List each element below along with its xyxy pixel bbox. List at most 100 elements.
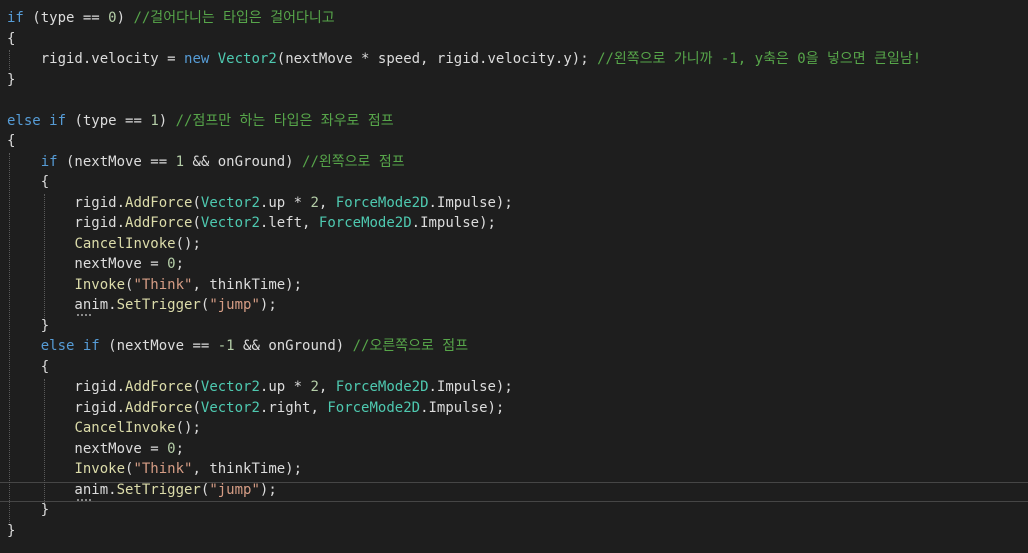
code-token: CancelInvoke <box>74 420 176 436</box>
code-token: //왼쪽으로 점프 <box>302 154 405 170</box>
code-token: } <box>7 523 16 539</box>
code-token: Vector2 <box>200 400 260 416</box>
code-token: if <box>40 154 58 170</box>
code-token: , <box>318 195 336 211</box>
code-token: Vector2 <box>200 379 260 395</box>
code-line[interactable]: anim.SetTrigger("jump"); <box>7 295 276 315</box>
code-line[interactable]: { <box>7 172 49 192</box>
code-token: .up * <box>259 195 311 211</box>
code-token: ( <box>192 400 201 416</box>
code-token: 0 <box>167 256 176 272</box>
warning-squiggle <box>77 497 91 501</box>
code-line[interactable]: nextMove = 0; <box>7 254 184 274</box>
code-token: if <box>49 113 67 129</box>
code-token: SetTrigger <box>116 482 201 498</box>
code-token: ( <box>192 195 201 211</box>
code-line[interactable]: if (nextMove == 1 && onGround) //왼쪽으로 점프 <box>7 152 405 172</box>
code-line[interactable]: { <box>7 131 15 151</box>
code-token: Vector2 <box>200 195 260 211</box>
code-token: //걸어다니는 타입은 걸어다니고 <box>133 10 335 26</box>
code-line[interactable]: anim.SetTrigger("jump"); <box>7 480 277 500</box>
code-line[interactable]: if (type == 0) //걸어다니는 타입은 걸어다니고 <box>7 8 335 28</box>
code-token: } <box>7 318 50 334</box>
code-token: ( <box>192 379 201 395</box>
code-token: CancelInvoke <box>74 236 176 252</box>
code-line[interactable]: nextMove = 0; <box>7 439 184 459</box>
code-token: .up * <box>259 379 311 395</box>
code-token: rigid. <box>7 400 126 416</box>
code-token: ( <box>192 215 201 231</box>
code-token: .left, <box>259 215 319 231</box>
code-token: (type == <box>66 113 151 129</box>
code-line[interactable]: { <box>7 29 15 49</box>
code-token: , thinkTime); <box>192 277 303 293</box>
code-token: (nextMove == <box>99 338 218 354</box>
code-line[interactable]: { <box>7 357 49 377</box>
code-token: SetTrigger <box>116 297 201 313</box>
code-token: } <box>7 72 16 88</box>
code-token: .Impulse); <box>411 215 496 231</box>
code-token: (nextMove == <box>57 154 176 170</box>
code-token: ForceMode2D <box>335 195 429 211</box>
warning-squiggle <box>77 312 91 316</box>
code-token: Invoke <box>74 277 126 293</box>
code-line[interactable]: rigid.AddForce(Vector2.left, ForceMode2D… <box>7 213 496 233</box>
code-token: else <box>40 338 75 354</box>
code-token: rigid. <box>7 379 126 395</box>
code-token: { <box>7 133 16 149</box>
code-token: -1 <box>217 338 235 354</box>
code-line[interactable]: Invoke("Think", thinkTime); <box>7 459 302 479</box>
code-line[interactable]: rigid.AddForce(Vector2.up * 2, ForceMode… <box>7 377 512 397</box>
code-line[interactable]: Invoke("Think", thinkTime); <box>7 275 302 295</box>
code-token: //왼쪽으로 가니까 -1, y축은 0을 넣으면 큰일남! <box>597 51 922 67</box>
code-line[interactable]: else if (nextMove == -1 && onGround) //오… <box>7 336 468 356</box>
code-token: ForceMode2D <box>327 400 421 416</box>
code-line[interactable]: rigid.AddForce(Vector2.up * 2, ForceMode… <box>7 193 513 213</box>
code-token: rigid. <box>7 215 126 231</box>
code-token: Invoke <box>74 461 126 477</box>
code-token: ForceMode2D <box>335 379 429 395</box>
code-token: if <box>82 338 100 354</box>
code-line[interactable]: } <box>7 70 15 90</box>
code-line[interactable]: CancelInvoke(); <box>7 418 201 438</box>
code-token: .Impulse); <box>428 195 513 211</box>
code-line[interactable]: rigid.velocity = new Vector2(nextMove * … <box>7 49 921 69</box>
code-token: 0 <box>167 441 176 457</box>
code-line[interactable]: } <box>7 500 49 520</box>
code-token: && onGround) <box>234 338 353 354</box>
code-token: (); <box>175 420 201 436</box>
code-line[interactable]: else if (type == 1) //점프만 하는 타입은 좌우로 점프 <box>7 111 394 131</box>
code-token: , <box>318 379 336 395</box>
code-token: ) <box>116 10 134 26</box>
code-token: AddForce <box>125 400 193 416</box>
code-line[interactable]: } <box>7 521 15 541</box>
code-token: { <box>7 31 16 47</box>
code-token: ; <box>175 256 185 272</box>
code-token: ); <box>259 482 277 498</box>
code-token: rigid. <box>7 195 126 211</box>
code-line[interactable]: } <box>7 316 49 336</box>
code-token: "jump" <box>209 297 260 313</box>
code-line[interactable]: CancelInvoke(); <box>7 234 200 254</box>
code-token: 2 <box>310 195 319 211</box>
code-token: //오른쪽으로 점프 <box>352 338 469 354</box>
code-token: anim. <box>7 297 117 313</box>
code-token: ForceMode2D <box>318 215 412 231</box>
code-token: Vector2 <box>200 215 260 231</box>
code-token: .Impulse); <box>420 400 505 416</box>
code-token: { <box>7 359 50 375</box>
code-token: Vector2 <box>217 51 277 67</box>
code-token: } <box>7 502 50 518</box>
code-editor[interactable]: if (type == 0) //걸어다니는 타입은 걸어다니고 { rigid.… <box>0 0 1028 553</box>
code-line[interactable]: rigid.AddForce(Vector2.right, ForceMode2… <box>7 398 504 418</box>
code-token: 0 <box>108 10 117 26</box>
code-token: (nextMove * speed, rigid.velocity.y); <box>276 51 598 67</box>
code-token: 1 <box>175 154 185 170</box>
